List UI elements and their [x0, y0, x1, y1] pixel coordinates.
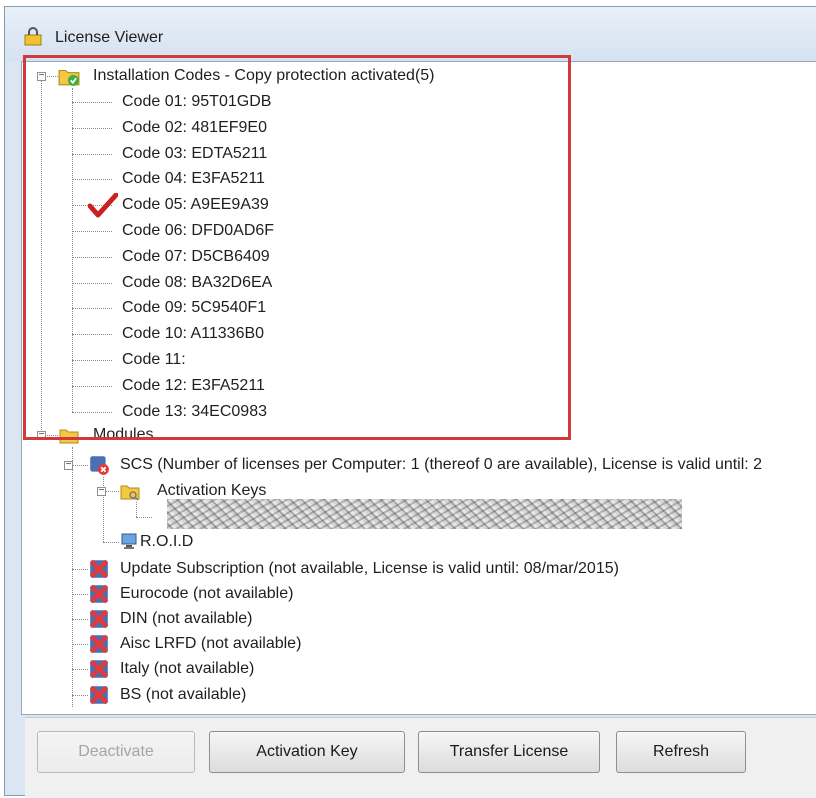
computer-icon: [121, 533, 137, 549]
tree-guide-line: [72, 412, 112, 413]
code-item-label: Code 04: E3FA5211: [122, 170, 265, 187]
module-unavailable-icon: [89, 584, 109, 604]
tree-guide-line: [72, 569, 88, 570]
installation-codes-node-label: Installation Codes - Copy protection act…: [93, 67, 435, 84]
roid-node-label: R.O.I.D: [140, 533, 194, 550]
license-tree[interactable]: − Installation Codes - Copy protection ac…: [22, 62, 816, 714]
button-bar: Deactivate Activation Key Transfer Licen…: [25, 717, 816, 798]
folder-icon: [59, 429, 79, 444]
module-item-label: Italy (not available): [120, 660, 255, 677]
module-item-label: Update Subscription (not available, Lice…: [120, 560, 619, 577]
scs-expander[interactable]: −: [64, 460, 73, 470]
scs-node-label: SCS (Number of licenses per Computer: 1 …: [120, 456, 763, 473]
blurred-key-entry: [167, 499, 682, 529]
folder-key-icon: [120, 485, 140, 501]
code-item-label: Code 09: 5C9540F1: [122, 299, 267, 316]
tree-guide-line: [103, 542, 119, 543]
modules-expander[interactable]: −: [37, 430, 46, 440]
checkmark-icon: [88, 193, 118, 218]
tree-guide-line: [72, 594, 88, 595]
tree-guide-line: [72, 308, 112, 309]
title-bar: License Viewer: [5, 7, 816, 61]
code-item-label: Code 10: A11336B0: [122, 325, 265, 342]
code-item-label: Code 08: BA32D6EA: [122, 274, 273, 291]
tree-guide-line: [72, 465, 88, 466]
tree-guide-line: [72, 154, 112, 155]
tree-guide-line: [136, 502, 137, 517]
code-item-label: Code 11:: [122, 351, 186, 368]
tree-guide-line: [72, 695, 88, 696]
tree-guide-line: [72, 644, 88, 645]
module-item-label: Aisc LRFD (not available): [120, 635, 302, 652]
module-unavailable-icon: [89, 559, 109, 579]
activation-key-button[interactable]: Activation Key: [209, 731, 405, 773]
module-unavailable-icon: [89, 685, 109, 705]
license-viewer-window: License Viewer − Installation Codes - Cop…: [4, 6, 816, 798]
activation-keys-expander[interactable]: −: [97, 486, 106, 496]
tree-guide-line: [72, 669, 88, 670]
module-item-label: DIN (not available): [120, 610, 253, 627]
tree-guide-line: [72, 128, 112, 129]
module-unavailable-icon: [89, 659, 109, 679]
code-item-label: Code 05: A9EE9A39: [122, 196, 269, 213]
modules-node-label: Modules: [93, 426, 154, 443]
module-item-label: Eurocode (not available): [120, 585, 294, 602]
tree-guide-line: [72, 231, 112, 232]
module-unavailable-icon: [89, 609, 109, 629]
code-item-label: Code 02: 481EF9E0: [122, 119, 267, 136]
code-item-label: Code 01: 95T01GDB: [122, 93, 272, 110]
tree-guide-line: [72, 619, 88, 620]
tree-guide-line: [72, 88, 73, 412]
tree-guide-line: [41, 76, 42, 438]
tree-guide-line: [72, 283, 112, 284]
tree-guide-line: [72, 334, 112, 335]
window-title: License Viewer: [55, 29, 164, 46]
code-item-label: Code 07: D5CB6409: [122, 248, 270, 265]
license-icon: [24, 27, 42, 46]
module-unavailable-icon: [89, 634, 109, 654]
code-item-label: Code 03: EDTA5211: [122, 145, 268, 162]
module-item-label: BS (not available): [120, 686, 247, 703]
tree-guide-line: [136, 517, 152, 518]
tree-guide-line: [72, 447, 73, 707]
folder-check-icon: [58, 69, 80, 86]
code-item-label: Code 12: E3FA5211: [122, 377, 265, 394]
tree-guide-line: [72, 102, 112, 103]
license-tree-panel[interactable]: − Installation Codes - Copy protection ac…: [21, 61, 816, 715]
refresh-button[interactable]: Refresh: [616, 731, 746, 773]
tree-guide-line: [72, 360, 112, 361]
transfer-license-button[interactable]: Transfer License: [418, 731, 600, 773]
tree-guide-line: [72, 179, 112, 180]
tree-guide-line: [72, 386, 112, 387]
tree-guide-line: [72, 257, 112, 258]
module-active-icon: [90, 456, 109, 475]
code-item-label: Code 06: DFD0AD6F: [122, 222, 275, 239]
deactivate-button[interactable]: Deactivate: [37, 731, 195, 773]
installation-expander[interactable]: −: [37, 71, 46, 81]
